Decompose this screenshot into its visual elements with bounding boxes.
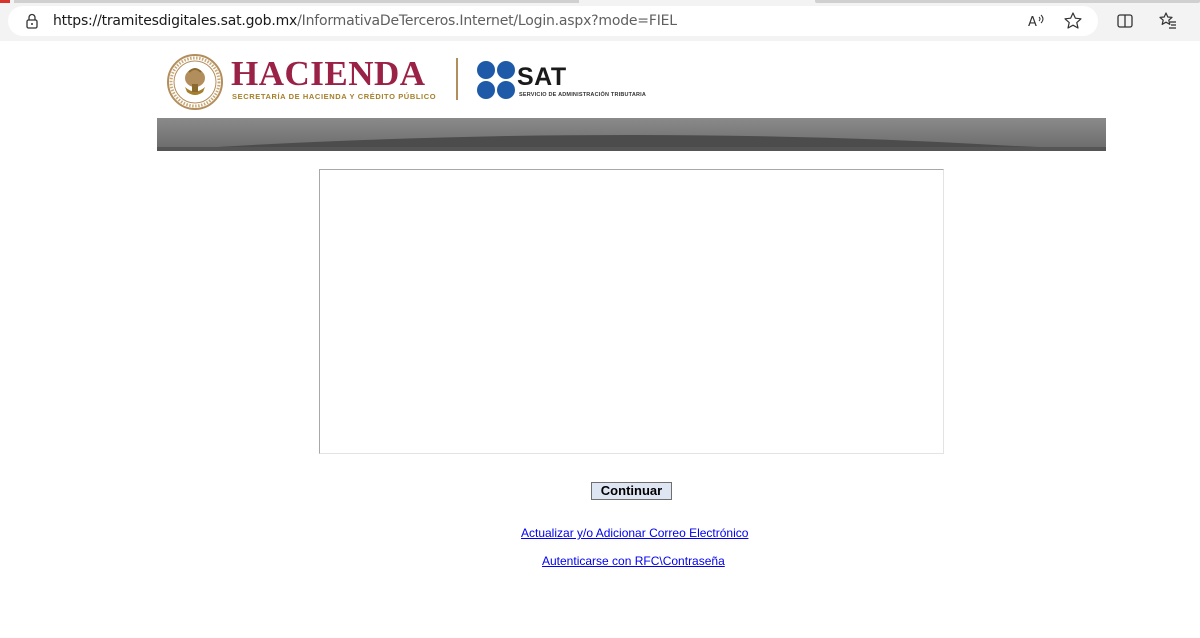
lock-icon[interactable] <box>23 12 41 30</box>
url-text[interactable]: https://tramitesdigitales.sat.gob.mx/Inf… <box>53 13 677 29</box>
rfc-password-login-link[interactable]: Autenticarse con RFC\Contraseña <box>542 554 725 568</box>
svg-text:A: A <box>1028 15 1037 30</box>
address-bar[interactable]: https://tramitesdigitales.sat.gob.mx/Inf… <box>8 6 1098 36</box>
sat-logo-icon <box>477 61 515 99</box>
tab-strip-edge-right <box>815 0 1200 3</box>
favorites-list-icon[interactable] <box>1158 11 1178 31</box>
hacienda-title: HACIENDA <box>231 54 426 93</box>
sat-subtitle: SERVICIO DE ADMINISTRACIÓN TRIBUTARIA <box>519 92 647 98</box>
hacienda-subtitle: SECRETARÍA DE HACIENDA Y CRÉDITO PÚBLICO <box>232 92 437 101</box>
read-aloud-icon[interactable]: A <box>1026 11 1046 31</box>
logo-divider <box>456 58 458 100</box>
continue-button[interactable]: Continuar <box>591 482 672 500</box>
browser-toolbar: https://tramitesdigitales.sat.gob.mx/Inf… <box>0 0 1200 41</box>
active-tab-edge <box>0 0 10 3</box>
url-host: https://tramitesdigitales.sat.gob.mx <box>53 13 298 29</box>
split-screen-icon[interactable] <box>1115 11 1135 31</box>
national-seal-icon <box>167 54 223 110</box>
update-email-link[interactable]: Actualizar y/o Adicionar Correo Electrón… <box>521 526 748 540</box>
signature-applet-frame[interactable] <box>319 169 944 454</box>
url-path: /InformativaDeTerceros.Internet/Login.as… <box>297 13 677 29</box>
tab-strip-edge <box>14 0 579 3</box>
header-banner <box>157 118 1106 151</box>
favorite-star-icon[interactable] <box>1063 11 1083 31</box>
sat-title: SAT <box>517 63 567 91</box>
